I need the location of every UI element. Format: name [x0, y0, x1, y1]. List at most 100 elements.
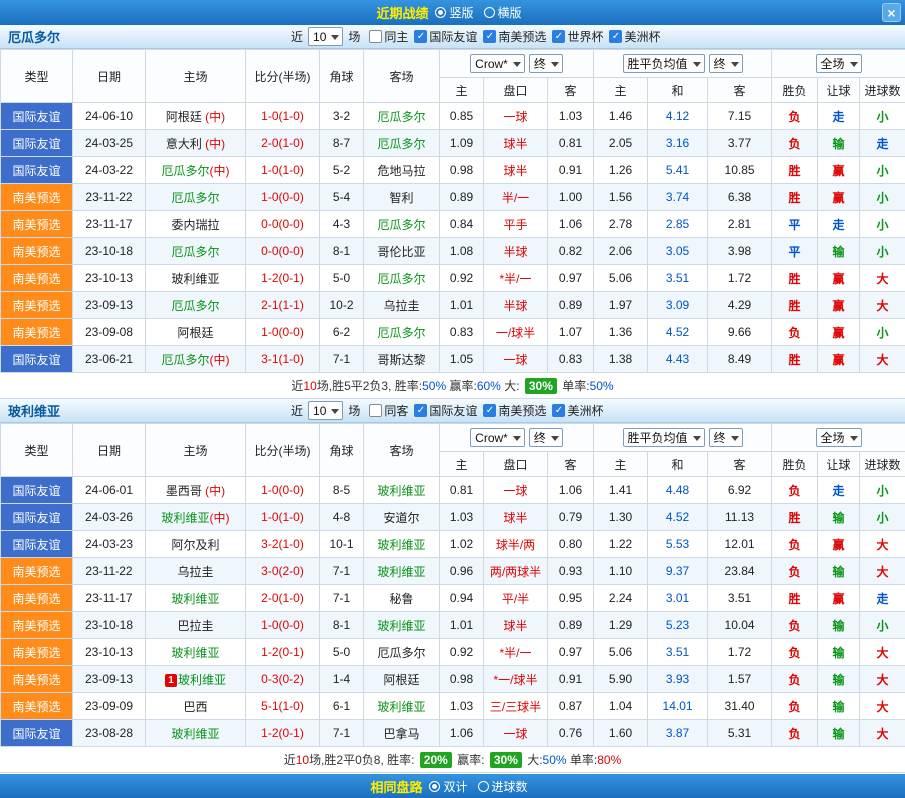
col-corner-header: 角球 — [320, 424, 364, 477]
avg-draw-odds-cell: 3.16 — [648, 130, 708, 157]
titlebar: 近期战绩 竖版横版 × — [0, 0, 905, 25]
team-text: 安道尔 — [383, 511, 419, 525]
summary-part: 场,胜2平0负8, — [309, 751, 387, 768]
col-score-header: 比分(半场) — [246, 50, 320, 103]
odds-company-select[interactable]: Crow* — [470, 54, 525, 73]
match-date-cell: 23-09-08 — [73, 319, 146, 346]
home-team-cell: 厄瓜多尔 — [146, 292, 246, 319]
corner-cell: 5-0 — [320, 265, 364, 292]
same-venue-checkbox[interactable]: 同主 — [369, 28, 408, 45]
radio-option-1[interactable]: 横版 — [484, 4, 522, 21]
league-checkbox-1[interactable]: ✓南美预选 — [483, 28, 546, 45]
goals-result-cell: 小 — [860, 103, 905, 130]
neutral-venue-tag: (中) — [202, 110, 225, 124]
score-cell: 1-0(0-0) — [246, 184, 320, 211]
avg-draw-odds-cell: 5.41 — [648, 157, 708, 184]
corner-cell: 5-4 — [320, 184, 364, 211]
corner-cell: 8-7 — [320, 130, 364, 157]
radio-option-0[interactable]: 双计 — [429, 778, 467, 795]
scope-select[interactable]: 全场 — [816, 428, 862, 447]
score-cell: 1-0(0-0) — [246, 612, 320, 639]
summary-part: 单率: — [567, 751, 598, 768]
summary-part: 30% — [490, 752, 522, 768]
select-value: 终 — [714, 429, 726, 446]
score-cell: 0-0(0-0) — [246, 238, 320, 265]
subcol-avg-home: 主 — [594, 452, 648, 477]
handicap-result-cell: 输 — [818, 558, 860, 585]
odds-final-select[interactable]: 终 — [529, 428, 563, 447]
handicap-home-odds-cell: 1.01 — [440, 292, 484, 319]
avg-home-odds-cell: 1.36 — [594, 319, 648, 346]
red-card-badge: 1 — [165, 674, 177, 687]
team-text: 墨西哥 — [166, 484, 202, 498]
handicap-home-odds-cell: 1.08 — [440, 238, 484, 265]
tally-radio-group: 双计进球数 — [426, 778, 534, 795]
handicap-home-odds-cell: 0.89 — [440, 184, 484, 211]
summary-part: 10 — [296, 753, 309, 767]
avg-away-odds-cell: 8.49 — [708, 346, 772, 373]
handicap-home-odds-cell: 1.03 — [440, 504, 484, 531]
handicap-odds-group-header: Crow* 终 — [440, 50, 594, 78]
result-cell: 平 — [772, 238, 818, 265]
select-value: Crow* — [475, 431, 508, 445]
avg-type-select[interactable]: 胜平负均值 — [623, 428, 705, 447]
avg-final-select[interactable]: 终 — [709, 428, 743, 447]
league-checkbox-0[interactable]: ✓国际友谊 — [414, 402, 477, 419]
match-date-cell: 23-06-21 — [73, 346, 146, 373]
odds-final-select[interactable]: 终 — [529, 54, 563, 73]
score-cell: 1-0(1-0) — [246, 157, 320, 184]
odds-company-select[interactable]: Crow* — [470, 428, 525, 447]
radio-option-0[interactable]: 竖版 — [435, 4, 473, 21]
team-text: 意大利 — [166, 137, 202, 151]
avg-away-odds-cell: 7.15 — [708, 103, 772, 130]
team-text: 哥斯达黎 — [377, 353, 425, 367]
goals-result-cell: 小 — [860, 612, 905, 639]
summary-part: 大: — [524, 751, 543, 768]
subcol-handicap-result: 让球 — [818, 78, 860, 103]
avg-home-odds-cell: 1.38 — [594, 346, 648, 373]
radio-option-1[interactable]: 进球数 — [478, 778, 528, 795]
match-date-cell: 24-06-10 — [73, 103, 146, 130]
scope-select[interactable]: 全场 — [816, 54, 862, 73]
select-value: 终 — [534, 55, 546, 72]
result-cell: 胜 — [772, 346, 818, 373]
avg-away-odds-cell: 1.72 — [708, 265, 772, 292]
handicap-away-odds-cell: 0.97 — [548, 265, 594, 292]
away-team-cell: 哥斯达黎 — [364, 346, 440, 373]
summary-part: 赢率: — [446, 377, 477, 394]
home-team-cell: 阿尔及利 — [146, 531, 246, 558]
close-button[interactable]: × — [882, 3, 901, 22]
home-team-cell: 巴拉圭 — [146, 612, 246, 639]
league-checkbox-1[interactable]: ✓南美预选 — [483, 402, 546, 419]
handicap-home-odds-cell: 0.98 — [440, 666, 484, 693]
matches-table: 类型 日期 主场 比分(半场) 角球 客场 Crow*终 胜平负均值终 全场 主… — [0, 423, 905, 747]
match-row: 南美预选23-10-13玻利维亚1-2(0-1)5-0厄瓜多尔0.92*半/一0… — [1, 265, 905, 292]
result-cell: 胜 — [772, 184, 818, 211]
summary-part: 30% — [525, 378, 557, 394]
league-checkbox-3[interactable]: ✓美洲杯 — [609, 28, 660, 45]
score-cell: 1-0(1-0) — [246, 103, 320, 130]
league-checkbox-0[interactable]: ✓国际友谊 — [414, 28, 477, 45]
result-cell: 负 — [772, 103, 818, 130]
summary-part: 50% — [590, 379, 614, 393]
team-text: 厄瓜多尔 — [171, 245, 219, 259]
team-text: 玻利维亚 — [171, 592, 219, 606]
team-text: 玻利维亚 — [377, 484, 425, 498]
select-value: 10 — [313, 404, 326, 418]
team-text: 秘鲁 — [389, 592, 413, 606]
team-text: 玻利维亚 — [178, 673, 226, 687]
recent-count-select[interactable]: 10 — [308, 27, 343, 46]
match-filters: 近10场同主✓国际友谊✓南美预选✓世界杯✓美洲杯 — [288, 27, 660, 46]
same-venue-checkbox[interactable]: 同客 — [369, 402, 408, 419]
avg-final-select[interactable]: 终 — [709, 54, 743, 73]
col-corner-header: 角球 — [320, 50, 364, 103]
league-checkbox-2[interactable]: ✓美洲杯 — [552, 402, 603, 419]
avg-type-select[interactable]: 胜平负均值 — [623, 54, 705, 73]
recent-count-select[interactable]: 10 — [308, 401, 343, 420]
select-value: 10 — [313, 30, 326, 44]
col-away-header: 客场 — [364, 50, 440, 103]
match-row: 南美预选23-10-13玻利维亚1-2(0-1)5-0厄瓜多尔0.92*半/一0… — [1, 639, 905, 666]
handicap-line-cell: 一球 — [484, 103, 548, 130]
match-date-cell: 23-11-22 — [73, 558, 146, 585]
league-checkbox-2[interactable]: ✓世界杯 — [552, 28, 603, 45]
